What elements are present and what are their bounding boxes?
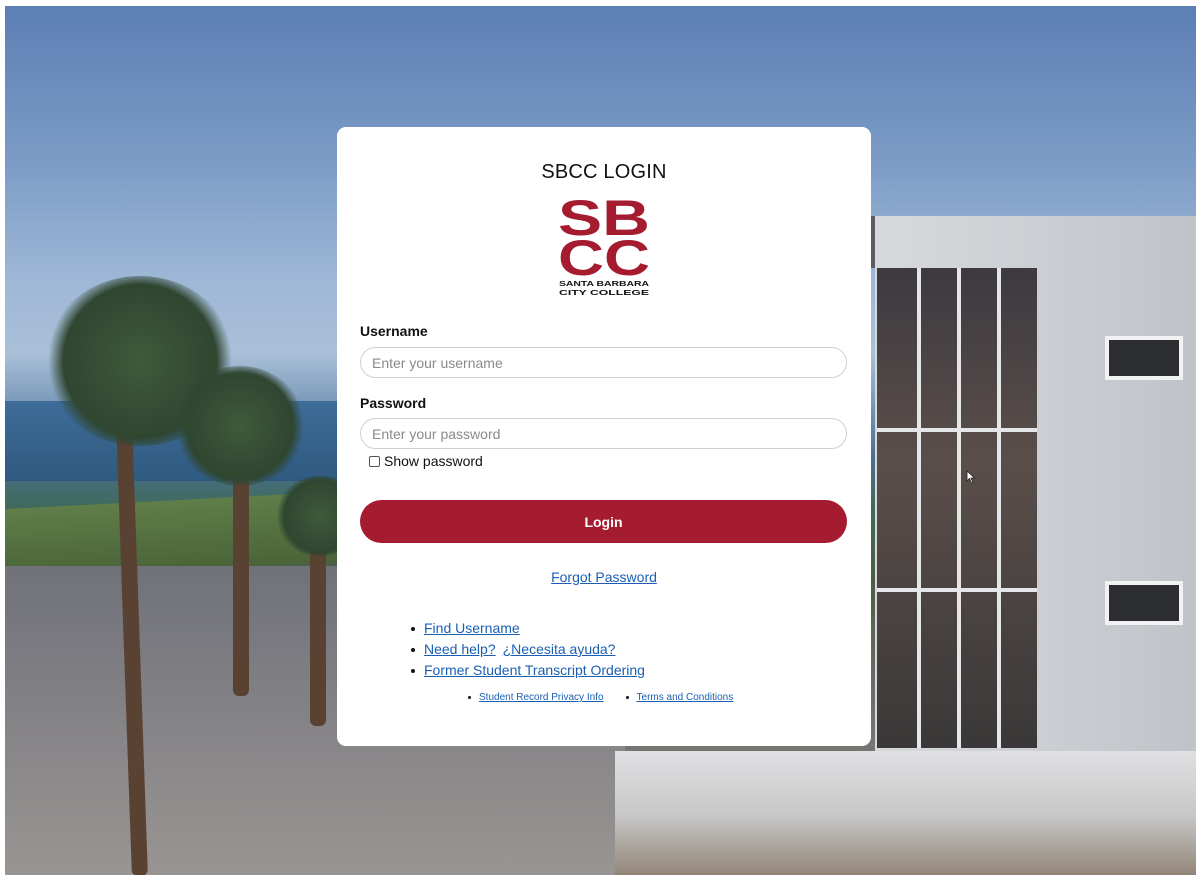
- necesita-ayuda-link[interactable]: ¿Necesita ayuda?: [503, 639, 616, 660]
- list-item: Find Username: [411, 618, 645, 639]
- transcript-ordering-link[interactable]: Former Student Transcript Ordering: [424, 660, 645, 681]
- login-card: SBCC LOGIN SB CC SANTA BARBARA CITY COLL…: [337, 127, 871, 746]
- list-item: Student Record Privacy Info: [468, 692, 604, 703]
- password-label: Password: [360, 395, 427, 411]
- bullet: [411, 626, 415, 631]
- show-password-label[interactable]: Show password: [384, 453, 483, 469]
- svg-text:CITY COLLEGE: CITY COLLEGE: [559, 288, 649, 297]
- find-username-link[interactable]: Find Username: [424, 618, 520, 639]
- bullet: [411, 668, 415, 673]
- svg-text:CC: CC: [558, 230, 650, 286]
- mouse-pointer-icon: [966, 470, 976, 484]
- username-input[interactable]: [360, 347, 847, 378]
- list-item: Former Student Transcript Ordering: [411, 660, 645, 681]
- login-button[interactable]: Login: [360, 500, 847, 543]
- bullet: [625, 696, 629, 699]
- privacy-info-link[interactable]: Student Record Privacy Info: [479, 692, 604, 703]
- svg-text:SANTA BARBARA: SANTA BARBARA: [559, 279, 650, 288]
- show-password-row[interactable]: Show password: [369, 453, 483, 469]
- login-title: SBCC LOGIN: [541, 161, 667, 183]
- need-help-link[interactable]: Need help?: [424, 639, 496, 660]
- sbcc-logo: SB CC SANTA BARBARA CITY COLLEGE: [558, 193, 650, 297]
- bullet: [468, 696, 471, 699]
- footer-links: Student Record Privacy Info Terms and Co…: [468, 692, 755, 703]
- show-password-checkbox[interactable]: [369, 455, 380, 467]
- list-item: Terms and Conditions: [625, 692, 734, 703]
- password-input[interactable]: [360, 418, 847, 449]
- list-item: Need help? ¿Necesita ayuda?: [411, 639, 645, 660]
- forgot-password-container: Forgot Password: [337, 569, 871, 587]
- username-label: Username: [360, 323, 428, 339]
- help-links-list: Find Username Need help? ¿Necesita ayuda…: [411, 618, 645, 681]
- bullet: [411, 647, 415, 652]
- forgot-password-link[interactable]: Forgot Password: [551, 569, 657, 585]
- terms-conditions-link[interactable]: Terms and Conditions: [637, 692, 734, 703]
